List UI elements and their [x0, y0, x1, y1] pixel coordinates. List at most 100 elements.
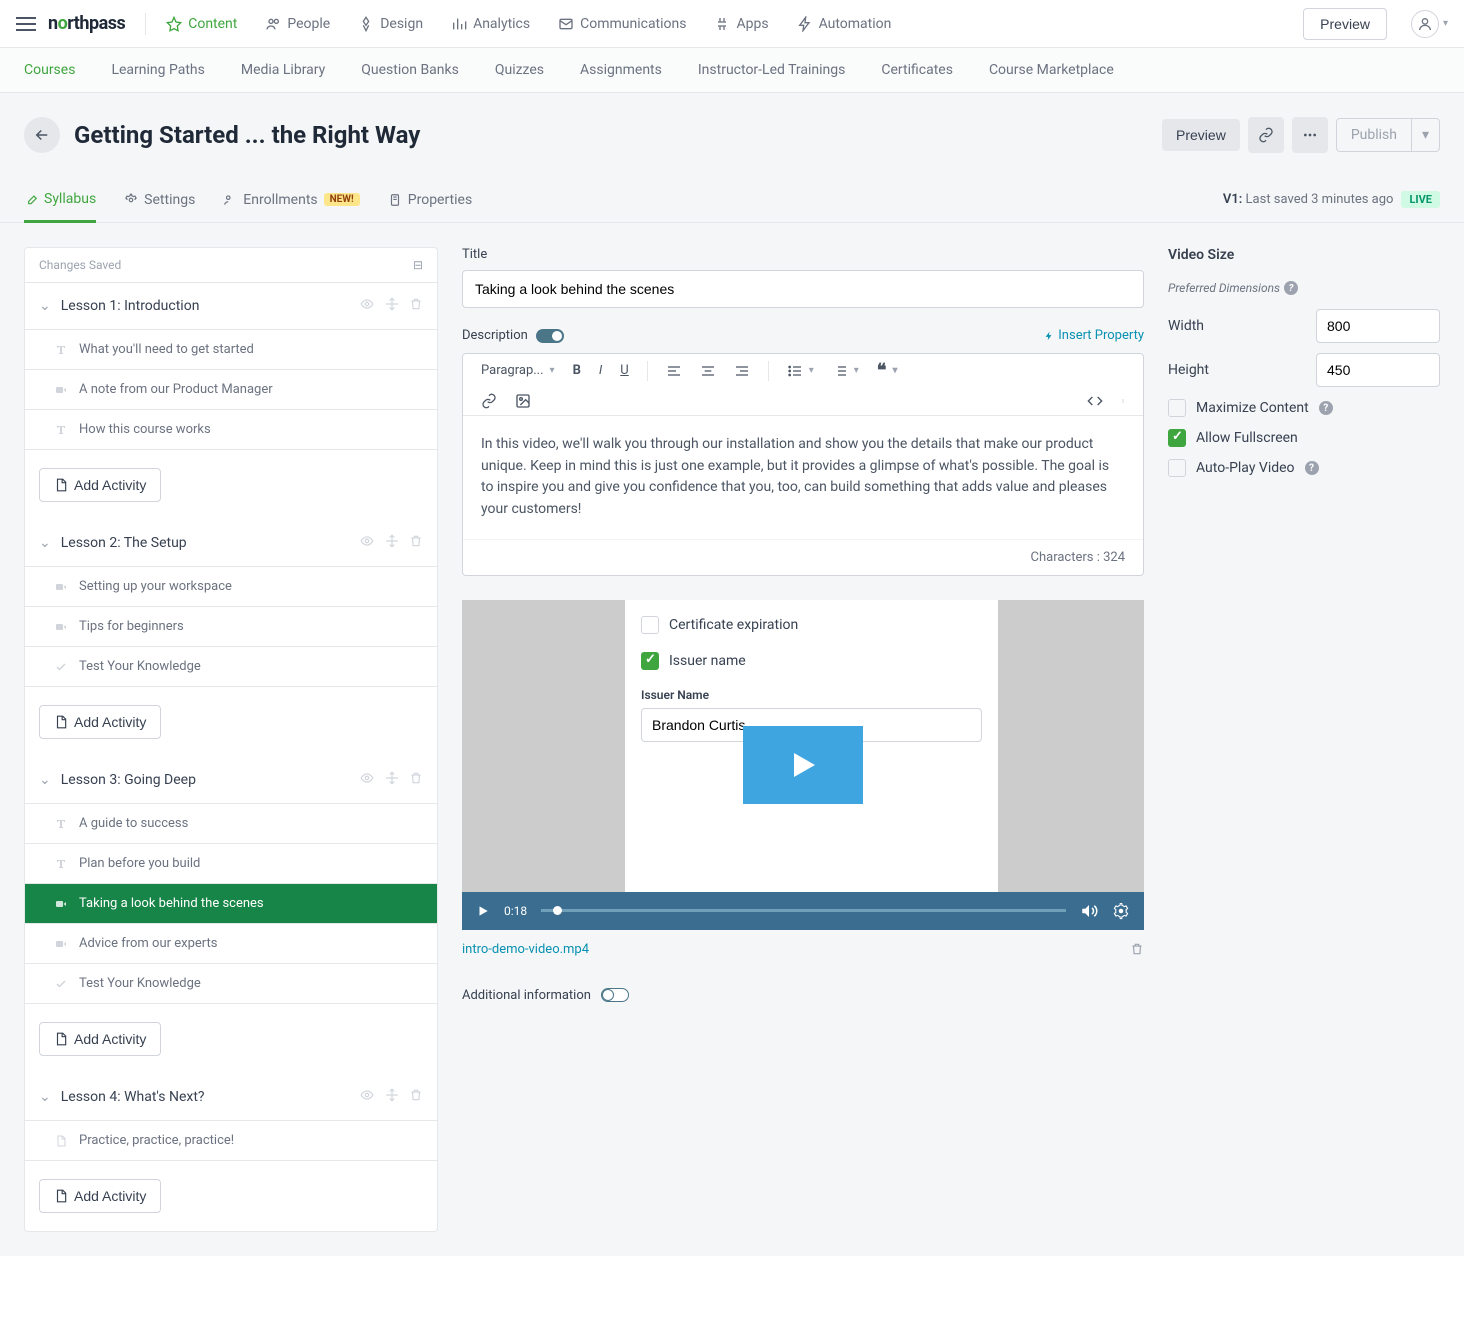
activity-item[interactable]: Advice from our experts — [25, 924, 437, 964]
align-left-button[interactable] — [666, 363, 682, 379]
editor-more-button[interactable] — [1121, 393, 1125, 409]
drag-icon[interactable] — [385, 297, 399, 315]
hamburger-icon[interactable] — [16, 13, 36, 35]
additional-info-toggle[interactable] — [601, 988, 629, 1002]
transport-play-icon[interactable] — [476, 904, 490, 918]
align-center-button[interactable] — [700, 363, 716, 379]
tab-syllabus[interactable]: Syllabus — [24, 178, 96, 223]
preview-button[interactable]: Preview — [1303, 8, 1387, 40]
visibility-icon[interactable] — [359, 297, 375, 315]
help-icon[interactable]: ? — [1319, 401, 1333, 415]
subnav-quizzes[interactable]: Quizzes — [495, 62, 544, 78]
height-input[interactable] — [1316, 353, 1440, 387]
activity-item[interactable]: Test Your Knowledge — [25, 964, 437, 1004]
drag-icon[interactable] — [385, 534, 399, 552]
editor-body[interactable]: In this video, we'll walk you through ou… — [463, 416, 1143, 539]
lesson-header[interactable]: ⌄Lesson 1: Introduction — [25, 283, 437, 330]
video-delete-button[interactable] — [1130, 942, 1144, 960]
lesson-header[interactable]: ⌄Lesson 3: Going Deep — [25, 757, 437, 804]
subnav-courses[interactable]: Courses — [24, 62, 75, 78]
activity-item[interactable]: Practice, practice, practice! — [25, 1121, 437, 1161]
underline-button[interactable]: U — [620, 363, 628, 378]
activity-item[interactable]: How this course works — [25, 410, 437, 450]
visibility-icon[interactable] — [359, 771, 375, 789]
code-view-button[interactable] — [1087, 393, 1103, 409]
nav-design[interactable]: Design — [358, 16, 423, 32]
cert-expiration-checkbox[interactable] — [641, 616, 659, 634]
activity-item[interactable]: Plan before you build — [25, 844, 437, 884]
link-insert-button[interactable] — [481, 393, 497, 409]
help-icon[interactable]: ? — [1284, 281, 1298, 295]
activity-item[interactable]: A guide to success — [25, 804, 437, 844]
user-menu[interactable]: ▾ — [1411, 10, 1448, 38]
nav-communications[interactable]: Communications — [558, 16, 686, 32]
video-filename[interactable]: intro-demo-video.mp4 — [462, 942, 589, 960]
brand-logo[interactable]: northpass — [48, 13, 125, 34]
subnav-learning-paths[interactable]: Learning Paths — [111, 62, 204, 78]
description-toggle[interactable] — [536, 329, 564, 343]
nav-analytics[interactable]: Analytics — [451, 16, 530, 32]
nav-content[interactable]: Content — [166, 16, 237, 32]
subnav-ilt[interactable]: Instructor-Led Trainings — [698, 62, 846, 78]
insert-property-link[interactable]: Insert Property — [1044, 328, 1144, 343]
nav-apps[interactable]: Apps — [714, 16, 768, 32]
link-button[interactable] — [1248, 117, 1284, 153]
visibility-icon[interactable] — [359, 1088, 375, 1106]
visibility-icon[interactable] — [359, 534, 375, 552]
image-insert-button[interactable] — [515, 393, 531, 409]
help-icon[interactable]: ? — [1305, 461, 1319, 475]
activity-item[interactable]: A note from our Product Manager — [25, 370, 437, 410]
nav-automation[interactable]: Automation — [797, 16, 892, 32]
add-activity-button[interactable]: Add Activity — [39, 1022, 161, 1056]
more-button[interactable] — [1292, 117, 1328, 153]
paragraph-dropdown[interactable]: Paragrap... — [481, 363, 555, 378]
drag-icon[interactable] — [385, 1088, 399, 1106]
autoplay-checkbox[interactable] — [1168, 459, 1186, 477]
activity-item[interactable]: What you'll need to get started — [25, 330, 437, 370]
activity-item[interactable]: Test Your Knowledge — [25, 647, 437, 687]
italic-button[interactable]: I — [599, 363, 602, 378]
video-settings-icon[interactable] — [1112, 902, 1130, 920]
delete-icon[interactable] — [409, 1088, 423, 1106]
video-scrubber[interactable] — [541, 909, 1066, 912]
delete-icon[interactable] — [409, 771, 423, 789]
publish-button[interactable]: Publish ▾ — [1336, 118, 1440, 152]
subnav-marketplace[interactable]: Course Marketplace — [989, 62, 1114, 78]
tab-enrollments[interactable]: EnrollmentsNEW! — [223, 177, 359, 222]
title-input[interactable] — [462, 270, 1144, 308]
delete-icon[interactable] — [409, 534, 423, 552]
align-right-button[interactable] — [734, 363, 750, 379]
video-play-button[interactable] — [743, 726, 863, 804]
width-input[interactable] — [1316, 309, 1440, 343]
subnav-certificates[interactable]: Certificates — [881, 62, 953, 78]
nav-people[interactable]: People — [265, 16, 330, 32]
collapse-icon[interactable]: ⊟ — [413, 258, 423, 272]
tab-properties[interactable]: Properties — [388, 177, 472, 222]
subnav-assignments[interactable]: Assignments — [580, 62, 662, 78]
allow-fullscreen-checkbox[interactable] — [1168, 429, 1186, 447]
issuer-name-checkbox[interactable] — [641, 652, 659, 670]
maximize-content-checkbox[interactable] — [1168, 399, 1186, 417]
tab-settings[interactable]: Settings — [124, 177, 195, 222]
activity-item[interactable]: Taking a look behind the scenes — [25, 884, 437, 924]
quote-button[interactable]: ❝ — [877, 360, 898, 381]
subnav-media-library[interactable]: Media Library — [241, 62, 325, 78]
video-transport[interactable]: 0:18 — [462, 892, 1144, 930]
bold-button[interactable]: B — [573, 363, 581, 378]
course-preview-button[interactable]: Preview — [1162, 119, 1240, 151]
volume-icon[interactable] — [1080, 902, 1098, 920]
back-button[interactable] — [24, 117, 60, 153]
activity-item[interactable]: Tips for beginners — [25, 607, 437, 647]
add-activity-button[interactable]: Add Activity — [39, 705, 161, 739]
add-activity-button[interactable]: Add Activity — [39, 1179, 161, 1213]
drag-icon[interactable] — [385, 771, 399, 789]
number-list-button[interactable] — [832, 363, 859, 379]
delete-icon[interactable] — [409, 297, 423, 315]
add-activity-button[interactable]: Add Activity — [39, 468, 161, 502]
lesson-header[interactable]: ⌄Lesson 2: The Setup — [25, 520, 437, 567]
subnav-question-banks[interactable]: Question Banks — [361, 62, 459, 78]
publish-caret[interactable]: ▾ — [1411, 119, 1439, 151]
bullet-list-button[interactable] — [787, 363, 814, 379]
activity-item[interactable]: Setting up your workspace — [25, 567, 437, 607]
lesson-header[interactable]: ⌄Lesson 4: What's Next? — [25, 1074, 437, 1121]
